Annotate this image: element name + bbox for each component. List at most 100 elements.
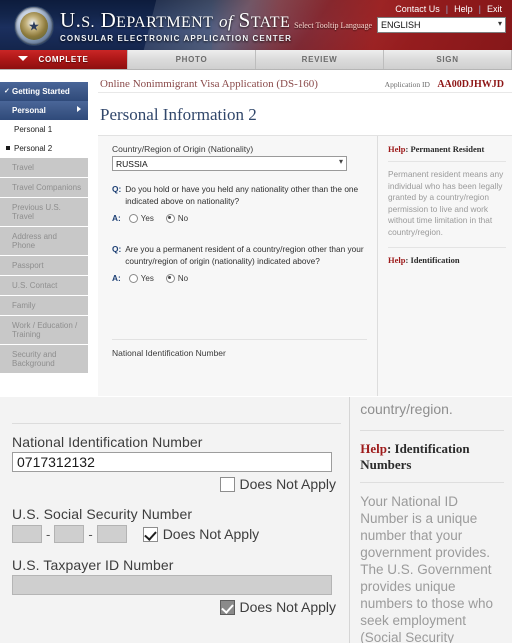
ssn-block: U.S. Social Security Number - - Does Not… — [12, 506, 341, 543]
sidebar-item-security-and-background[interactable]: Security and Background — [0, 345, 88, 374]
sidebar-item-label: Passport — [12, 261, 44, 270]
sidebar-item-label: Getting Started — [12, 87, 70, 96]
ssn-part3-input[interactable] — [96, 525, 127, 543]
caret-down-icon — [18, 56, 28, 61]
help-body-continuation: country/region. — [360, 401, 453, 417]
zoomed-form-column: National Identification Number 071731213… — [0, 397, 350, 643]
radio-label-yes: Yes — [140, 213, 154, 223]
sidebar-item-label: Work / Education / Training — [12, 321, 78, 339]
radio-label-no: No — [177, 213, 189, 223]
radio-permanent-resident-no[interactable] — [165, 273, 175, 283]
radio-other-nationality-no[interactable] — [165, 213, 175, 223]
current-page-marker-icon — [6, 146, 10, 150]
sidebar-item-personal-2[interactable]: Personal 2 — [0, 139, 88, 158]
sidebar-item-personal[interactable]: Personal — [0, 101, 88, 120]
help-divider — [360, 430, 504, 431]
tooltip-language-select[interactable]: ENGLISH ▾ — [377, 17, 506, 33]
sidebar-item-us-contact[interactable]: U.S. Contact — [0, 276, 88, 296]
page-body: ✓ Getting Started Personal Personal 1 Pe… — [0, 70, 512, 396]
help-column: Help : Permanent Resident Permanent resid… — [377, 136, 512, 396]
question-other-nationality: Q: Do you hold or have you held any nati… — [112, 183, 367, 207]
ssn-label: U.S. Social Security Number — [12, 506, 193, 522]
sidebar-item-personal-1[interactable]: Personal 1 — [0, 120, 88, 139]
ssn-separator: - — [88, 526, 93, 542]
sidebar-item-travel[interactable]: Travel — [0, 158, 88, 178]
radio-label-yes: Yes — [140, 273, 154, 283]
help-topic: : Identification — [405, 255, 460, 265]
national-id-value: 0717312132 — [17, 454, 95, 470]
tab-sign-label: SIGN — [436, 55, 459, 64]
question-permanent-resident: Q: Are you a permanent resident of a cou… — [112, 243, 367, 267]
country-of-origin-label: Country/Region of Origin (Nationality) — [112, 144, 254, 154]
section-divider — [12, 423, 342, 424]
ssn-part2-input[interactable] — [54, 525, 85, 543]
tooltip-language-label: Select Tooltip Language — [294, 20, 372, 30]
national-id-label-upper: National Identification Number — [112, 339, 367, 358]
help-topic: : Permanent Resident — [405, 144, 485, 154]
contact-us-link[interactable]: Contact Us — [389, 4, 446, 14]
radio-permanent-resident-yes[interactable] — [128, 273, 138, 283]
sidebar-item-label: Previous U.S. Travel — [12, 203, 61, 221]
tab-sign[interactable]: SIGN — [384, 50, 512, 69]
answer-marker: A: — [112, 213, 121, 223]
answer-permanent-resident: A: Yes No — [112, 273, 367, 283]
sidebar-item-label: Personal 2 — [14, 144, 53, 153]
sidebar-item-label: Family — [12, 301, 36, 310]
tab-review[interactable]: REVIEW — [256, 50, 384, 69]
taxpayer-does-not-apply-row[interactable]: Does Not Apply — [12, 599, 336, 615]
site-title-main: U.S. DEPARTMENT of STATE — [60, 8, 291, 32]
sidebar-item-passport[interactable]: Passport — [0, 256, 88, 276]
check-icon: ✓ — [4, 88, 10, 95]
national-id-label: National Identification Number — [12, 434, 203, 450]
radio-label-no: No — [177, 273, 189, 283]
taxpayer-does-not-apply-checkbox[interactable] — [219, 599, 235, 615]
chevron-down-icon: ▾ — [497, 19, 502, 28]
sidebar-item-address-and-phone[interactable]: Address and Phone — [0, 227, 88, 256]
form-column: Country/Region of Origin (Nationality) R… — [98, 136, 377, 396]
exit-link[interactable]: Exit — [481, 4, 508, 14]
tab-photo-label: PHOTO — [175, 55, 208, 64]
question-text: Do you hold or have you held any nationa… — [125, 184, 359, 206]
tab-photo[interactable]: PHOTO — [128, 50, 256, 69]
question-marker: Q: — [112, 184, 122, 194]
national-id-does-not-apply-checkbox[interactable] — [219, 476, 235, 492]
site-title: U.S. DEPARTMENT of STATE CONSULAR ELECTR… — [60, 8, 292, 43]
taxpayer-id-input[interactable] — [12, 575, 332, 595]
radio-other-nationality-yes[interactable] — [128, 213, 138, 223]
national-id-input[interactable]: 0717312132 — [12, 452, 332, 472]
main-content: Online Nonimmigrant Visa Application (DS… — [88, 70, 512, 396]
country-of-origin-value: RUSSIA — [116, 158, 148, 169]
application-page-zoomed: National Identification Number 071731213… — [0, 396, 512, 643]
sidebar-item-previous-us-travel[interactable]: Previous U.S. Travel — [0, 198, 88, 227]
help-word: Help — [388, 255, 406, 265]
country-of-origin-select[interactable]: RUSSIA ▾ — [112, 156, 347, 171]
taxpayer-does-not-apply-label: Does Not Apply — [239, 599, 337, 615]
sidebar-item-family[interactable]: Family — [0, 296, 88, 316]
application-id-label: Application ID — [384, 80, 430, 89]
sidebar-item-work-education-training[interactable]: Work / Education / Training — [0, 316, 88, 345]
department-of-state-seal-icon: ★ — [14, 6, 54, 46]
help-body-identification-numbers: Your National ID Number is a unique numb… — [360, 482, 504, 643]
sidebar-item-getting-started[interactable]: ✓ Getting Started — [0, 82, 88, 101]
help-body-permanent-resident: Permanent resident means any individual … — [388, 161, 506, 238]
tab-review-label: REVIEW — [301, 55, 338, 64]
national-id-does-not-apply-label: Does Not Apply — [239, 476, 337, 492]
zoomed-panel: National Identification Number 071731213… — [0, 397, 512, 643]
taxpayer-id-label: U.S. Taxpayer ID Number — [12, 557, 174, 573]
zoomed-help-column: country/region. Help: Identification Num… — [349, 397, 512, 643]
national-id-does-not-apply-row[interactable]: Does Not Apply — [12, 476, 336, 492]
tooltip-language-control[interactable]: Select Tooltip Language ENGLISH ▾ — [294, 17, 506, 33]
ssn-part1-input[interactable] — [12, 525, 42, 543]
application-page-upper: Contact Us | Help | Exit ★ U.S. DEPARTME… — [0, 0, 512, 396]
sidebar-item-travel-companions[interactable]: Travel Companions — [0, 178, 88, 198]
help-link[interactable]: Help — [448, 4, 479, 14]
form-panel: Country/Region of Origin (Nationality) R… — [98, 135, 512, 396]
ssn-does-not-apply-label: Does Not Apply — [162, 526, 260, 542]
progress-tabs: COMPLETE PHOTO REVIEW SIGN — [0, 50, 512, 70]
application-id-value: AA00DJHWJD — [437, 79, 504, 90]
tab-complete[interactable]: COMPLETE — [0, 50, 128, 69]
site-title-sub: CONSULAR ELECTRONIC APPLICATION CENTER — [60, 34, 293, 43]
ssn-separator: - — [46, 526, 51, 542]
sidebar-item-label: Personal — [12, 106, 46, 115]
ssn-does-not-apply-checkbox[interactable] — [142, 526, 158, 542]
